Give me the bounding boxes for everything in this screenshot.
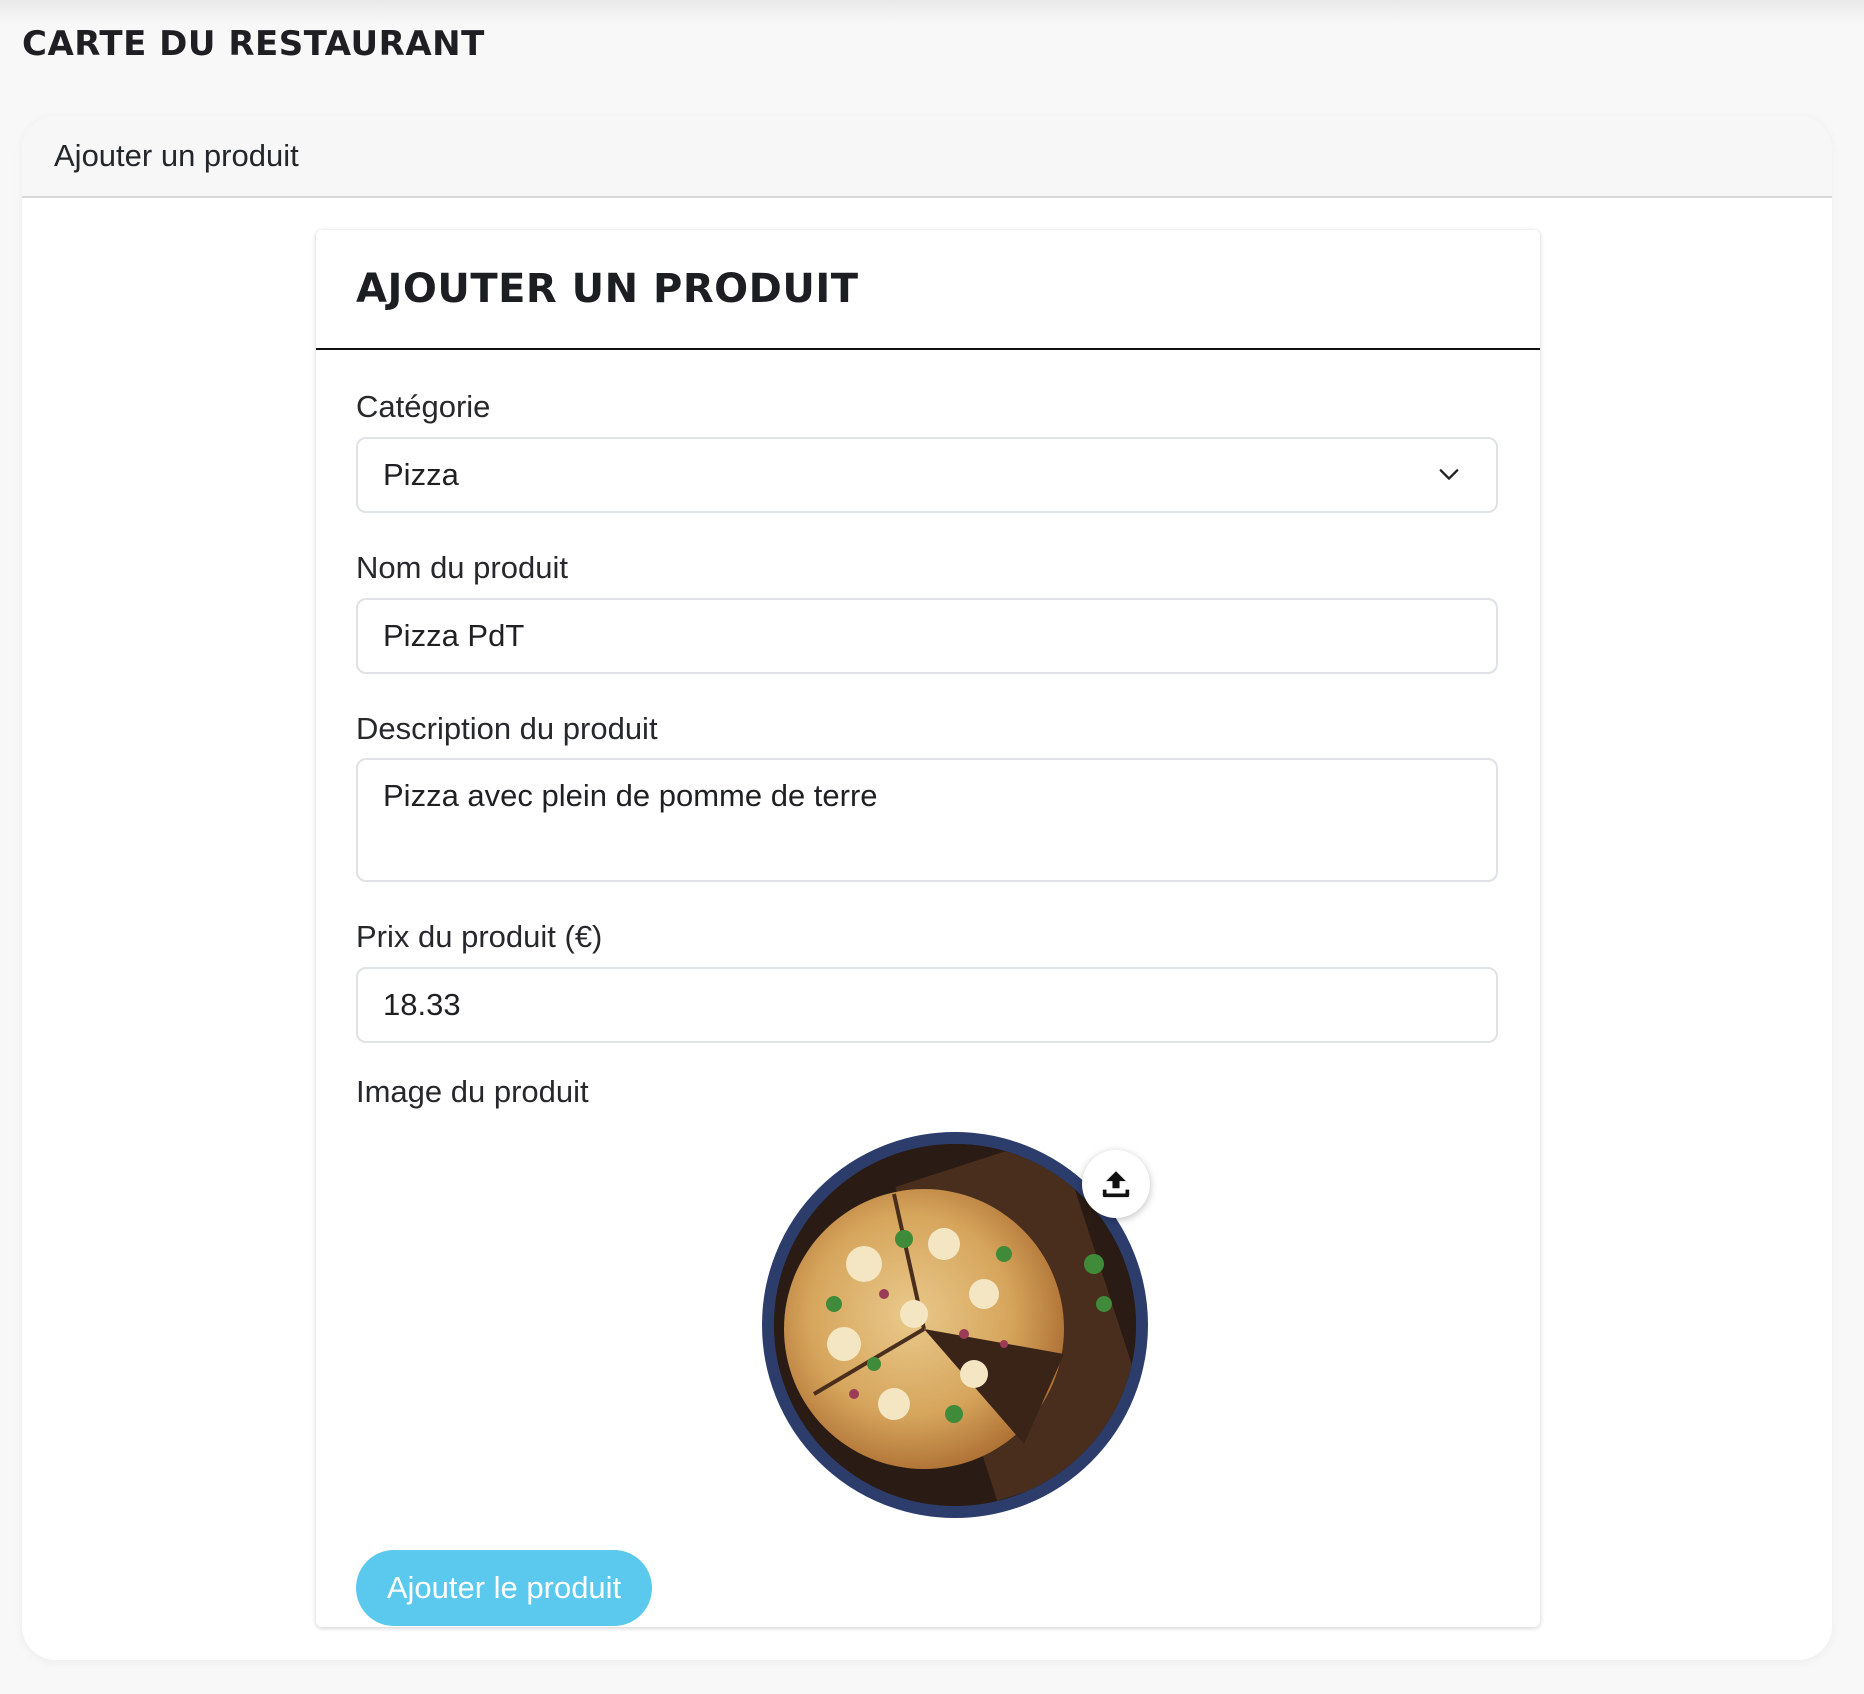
outer-card: Ajouter un produit AJOUTER UN PRODUIT Ca…: [22, 116, 1832, 1660]
image-area: [356, 1122, 1500, 1522]
price-field-group: Prix du produit (€) 18.33: [356, 918, 1500, 1043]
pizza-image: [774, 1143, 1136, 1506]
add-product-form-card: AJOUTER UN PRODUIT Catégorie Pizza Nom d…: [316, 230, 1540, 1627]
product-description-value: Pizza avec plein de pomme de terre: [383, 778, 878, 814]
upload-icon: [1102, 1171, 1130, 1197]
name-label: Nom du produit: [356, 549, 568, 585]
name-field-group: Nom du produit Pizza PdT: [356, 549, 1500, 674]
add-product-button[interactable]: Ajouter le produit: [356, 1549, 652, 1626]
category-field-group: Catégorie Pizza: [356, 388, 1500, 513]
category-value: Pizza: [383, 456, 459, 492]
form-card-header: AJOUTER UN PRODUIT: [316, 230, 1540, 350]
outer-card-header: Ajouter un produit: [22, 116, 1832, 198]
category-select[interactable]: Pizza: [356, 436, 1498, 513]
description-label: Description du produit: [356, 710, 658, 746]
price-label: Prix du produit (€): [356, 919, 603, 955]
top-shade: [0, 0, 1864, 24]
product-price-input[interactable]: 18.33: [356, 967, 1498, 1043]
description-field-group: Description du produit Pizza avec plein …: [356, 710, 1500, 883]
chevron-down-icon: [1439, 468, 1459, 480]
product-description-textarea[interactable]: Pizza avec plein de pomme de terre: [356, 758, 1498, 883]
image-label: Image du produit: [356, 1074, 589, 1109]
image-field-group: Image du produit: [356, 1073, 1500, 1522]
form-title: AJOUTER UN PRODUIT: [356, 266, 859, 312]
product-name-input[interactable]: Pizza PdT: [356, 597, 1498, 674]
product-price-value: 18.33: [383, 987, 461, 1022]
form-body: Catégorie Pizza Nom du produit Pizza PdT…: [316, 350, 1540, 1626]
category-label: Catégorie: [356, 389, 491, 424]
upload-image-button[interactable]: [1082, 1149, 1150, 1218]
page-title: CARTE DU RESTAURANT: [22, 24, 485, 64]
product-name-value: Pizza PdT: [383, 617, 525, 653]
outer-card-title: Ajouter un produit: [54, 138, 299, 173]
